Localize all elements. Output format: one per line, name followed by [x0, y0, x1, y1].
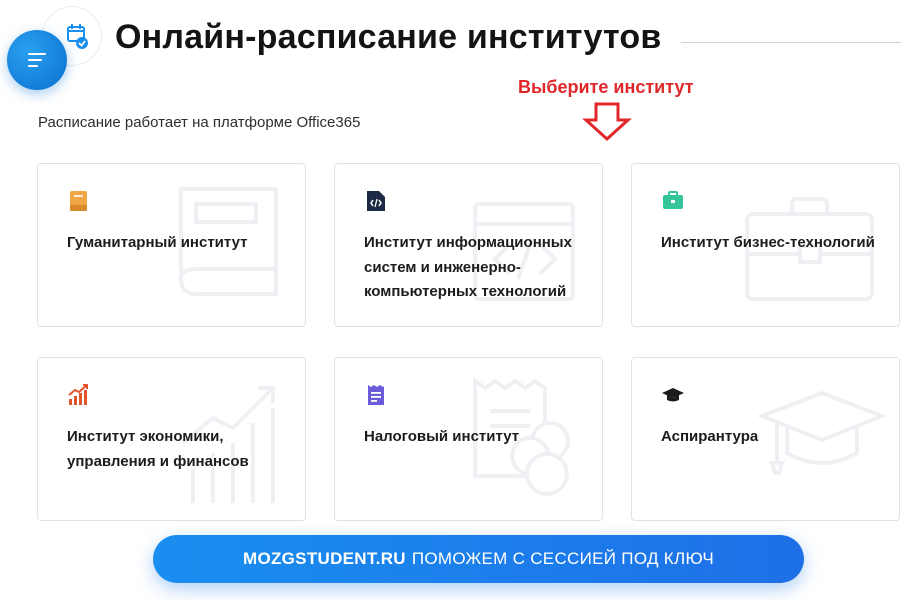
receipt-icon: [368, 385, 384, 405]
institute-label: Институт экономики, управления и финансо…: [67, 428, 249, 470]
institute-label: Гуманитарный институт: [67, 234, 248, 251]
briefcase-icon: [663, 191, 683, 209]
menu-button[interactable]: [7, 30, 67, 90]
promo-text: ПОМОЖЕМ С СЕССИЕЙ ПОД КЛЮЧ: [411, 549, 715, 568]
choose-institute-hint: Выберите институт: [518, 77, 694, 97]
title-divider: [681, 42, 901, 43]
growth-chart-icon: [68, 384, 88, 405]
institute-card-humanitarian[interactable]: Гуманитарный институт: [37, 163, 306, 327]
promo-brand: MOZGSTUDENT.RU: [242, 549, 406, 568]
institute-card-economics[interactable]: Институт экономики, управления и финансо…: [37, 357, 306, 521]
arrow-down-icon: [582, 102, 632, 142]
platform-note: Расписание работает на платформе Office3…: [38, 114, 361, 131]
promo-banner-button[interactable]: MOZGSTUDENT.RU ПОМОЖЕМ С СЕССИЕЙ ПОД КЛЮ…: [153, 535, 804, 583]
institute-card-business[interactable]: Институт бизнес-технологий: [631, 163, 900, 327]
code-file-icon: [367, 191, 385, 211]
page-title: Онлайн-расписание институтов: [115, 18, 662, 56]
menu-icon: [28, 53, 46, 67]
institute-label: Институт информационных систем и инженер…: [364, 234, 572, 300]
graduation-cap-icon: [662, 388, 684, 402]
institute-card-tax[interactable]: Налоговый институт: [334, 357, 603, 521]
institute-label: Налоговый институт: [364, 428, 520, 445]
institute-label: Институт бизнес-технологий: [661, 234, 875, 251]
institute-card-it[interactable]: Институт информационных систем и инженер…: [334, 163, 603, 327]
institute-card-postgraduate[interactable]: Аспирантура: [631, 357, 900, 521]
book-icon: [70, 191, 87, 211]
institute-label: Аспирантура: [661, 428, 759, 445]
